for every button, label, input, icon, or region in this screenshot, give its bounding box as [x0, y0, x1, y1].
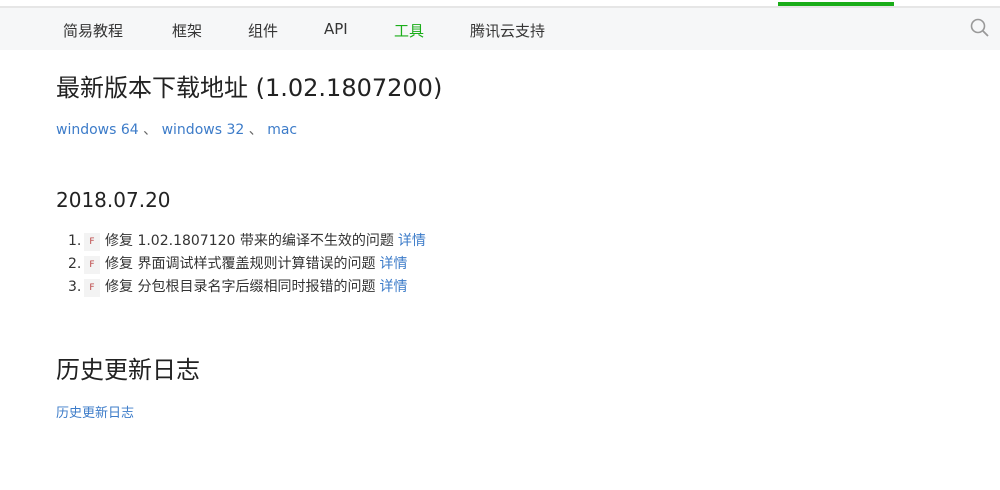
active-indicator: [778, 2, 894, 6]
details-link[interactable]: 详情: [379, 278, 407, 297]
top-nav: 简易教程 框架 组件 API 工具 腾讯云支持: [0, 8, 1000, 50]
history-link[interactable]: 历史更新日志: [56, 402, 134, 421]
nav-tools[interactable]: 工具: [394, 20, 424, 41]
item-text: 修复 界面调试样式覆盖规则计算错误的问题: [105, 256, 376, 272]
separator: 、: [248, 122, 263, 138]
list-item: 2. F 修复 界面调试样式覆盖规则计算错误的问题 详情: [68, 253, 426, 276]
fix-tag: F: [84, 232, 100, 251]
item-number: 1.: [68, 233, 82, 249]
link-mac[interactable]: mac: [267, 122, 297, 138]
item-text: 修复 1.02.1807120 带来的编译不生效的问题: [105, 233, 394, 249]
release-list: 1. F 修复 1.02.1807120 带来的编译不生效的问题 详情 2. F 修复 界…: [68, 230, 426, 299]
item-number: 2.: [68, 256, 82, 272]
download-title: 最新版本下载地址 (1.02.1807200): [56, 74, 443, 102]
item-text: 修复 分包根目录名字后缀相同时报错的问题: [105, 279, 376, 295]
link-windows64[interactable]: windows 64: [56, 122, 139, 138]
search-icon[interactable]: [970, 18, 990, 38]
separator: 、: [143, 122, 158, 138]
nav-tutorial[interactable]: 简易教程: [63, 20, 123, 41]
nav-components[interactable]: 组件: [248, 20, 278, 41]
details-link[interactable]: 详情: [398, 232, 426, 251]
fix-tag: F: [84, 255, 100, 274]
nav-tencent-cloud[interactable]: 腾讯云支持: [470, 20, 545, 41]
list-item: 3. F 修复 分包根目录名字后缀相同时报错的问题 详情: [68, 276, 426, 299]
history-title: 历史更新日志: [56, 356, 200, 384]
release-date: 2018.07.20: [56, 188, 171, 212]
list-item: 1. F 修复 1.02.1807120 带来的编译不生效的问题 详情: [68, 230, 426, 253]
item-number: 3.: [68, 279, 82, 295]
nav-framework[interactable]: 框架: [172, 20, 202, 41]
fix-tag: F: [84, 278, 100, 297]
nav-api[interactable]: API: [324, 20, 348, 38]
details-link[interactable]: 详情: [379, 255, 407, 274]
download-links: windows 64 、 windows 32 、 mac: [56, 119, 297, 139]
link-windows32[interactable]: windows 32: [162, 122, 245, 138]
